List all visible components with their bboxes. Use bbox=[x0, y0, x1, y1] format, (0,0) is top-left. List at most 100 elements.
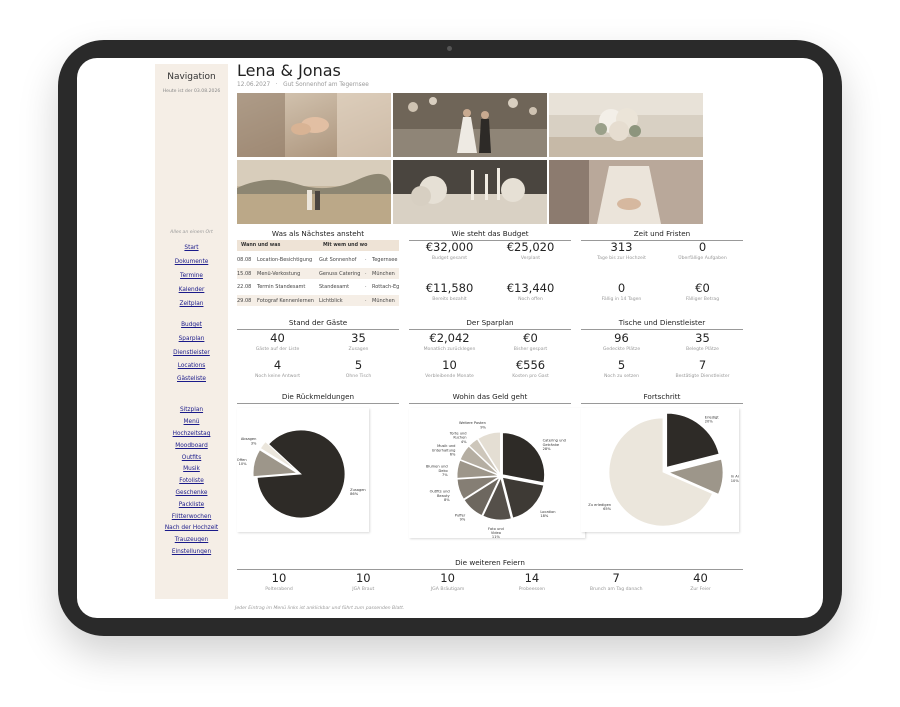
guests-value: 5 bbox=[354, 358, 363, 372]
page-title: Lena & Jonas bbox=[237, 61, 341, 80]
time-value: €0 bbox=[695, 281, 710, 295]
money-chart: Catering und Getränke 28% Location 18% Foto u… bbox=[409, 408, 585, 539]
sidebar-link-sitzplan[interactable]: Sitzplan bbox=[155, 407, 228, 413]
next-table-header: Wann und was Mit wem und wo bbox=[237, 240, 399, 251]
guests-label: Gäste auf der Liste bbox=[255, 347, 300, 352]
guests-title: Stand der Gäste bbox=[237, 318, 399, 330]
row-what: Menü-Verkostung bbox=[257, 270, 301, 277]
pie-label: In Arbeit10% bbox=[731, 475, 739, 483]
celebration-value: 10 bbox=[271, 571, 287, 585]
sidebar-link-locations[interactable]: Locations bbox=[155, 363, 228, 369]
celebrations-title: Die weiteren Feiern bbox=[237, 558, 743, 570]
pie-label: Puffer 9% bbox=[455, 514, 466, 522]
next-table-row: 08.08 Location-Besichtigung Gut Sonnenhof ·… bbox=[237, 254, 399, 265]
row-date: 08.08 bbox=[237, 257, 252, 263]
savings-value: €0 bbox=[523, 331, 538, 345]
pie-label: Musik und Unterhaltung 6% bbox=[432, 444, 456, 456]
savings-label: Verbleibende Monate bbox=[425, 374, 474, 379]
sidebar-link-menue[interactable]: Menü bbox=[155, 419, 228, 425]
celebration-value: 7 bbox=[612, 571, 620, 585]
row-where: München bbox=[372, 270, 395, 277]
guests-value: 35 bbox=[351, 331, 366, 345]
budget-label: Bereits bezahlt bbox=[432, 297, 467, 302]
row-who: Standesamt bbox=[319, 284, 350, 290]
celebration-value: 14 bbox=[524, 571, 540, 585]
savings-value: €556 bbox=[515, 358, 546, 372]
row-what: Location-Besichtigung bbox=[257, 257, 313, 263]
budget-label: Verplant bbox=[520, 256, 541, 261]
progress-pie-svg: Erledigt20% In Arbeit10% Zu erledigen65% bbox=[588, 412, 747, 527]
pie-label: Weitere Posten 9% bbox=[459, 421, 487, 429]
savings-label: Monatlich zurücklegen bbox=[423, 347, 476, 352]
time-label: Fällig in 14 Tagen bbox=[601, 297, 642, 302]
pie-label: Zusagen 86% bbox=[350, 488, 366, 496]
guests-value: 40 bbox=[270, 331, 285, 345]
sidebar-link-musik[interactable]: Musik bbox=[155, 466, 228, 472]
row-who: Genuss Catering bbox=[319, 270, 361, 277]
budget-label: Budget gesamt bbox=[431, 256, 468, 261]
guests-label: Noch keine Antwort bbox=[254, 374, 301, 379]
sidebar-link-outfits[interactable]: Outfits bbox=[155, 455, 228, 461]
sidebar-link-termine[interactable]: Termine bbox=[155, 273, 228, 279]
pie-label: Foto und Video 11% bbox=[488, 527, 504, 538]
sidebar-tagline: Alles an einem Ort bbox=[170, 230, 213, 235]
sidebar-link-start[interactable]: Start bbox=[155, 245, 228, 251]
sidebar-link-nach-der-hochzeit[interactable]: Nach der Hochzeit bbox=[155, 525, 228, 531]
wedding-date: 12.06.2027 bbox=[237, 82, 271, 88]
celebration-value: 10 bbox=[440, 571, 455, 585]
row-where: München bbox=[372, 297, 395, 304]
sidebar-link-moodboard[interactable]: Moodboard bbox=[155, 443, 228, 449]
row-sep: · bbox=[365, 284, 367, 290]
next-col-when: Wann und was bbox=[241, 243, 281, 248]
next-col-who: Mit wem und wo bbox=[323, 243, 368, 248]
sidebar-link-dokumente[interactable]: Dokumente bbox=[155, 259, 228, 265]
sidebar-link-kalender[interactable]: Kalender bbox=[155, 287, 228, 293]
progress-chart-title: Fortschritt bbox=[581, 392, 743, 404]
row-sep: · bbox=[365, 257, 367, 263]
pie-label: Catering und Getränke 28% bbox=[543, 439, 566, 451]
page-subtitle: 12.06.2027 · Gut Sonnenhof am Tegernsee bbox=[237, 82, 369, 88]
sidebar-link-gaesteliste[interactable]: Gästeliste bbox=[155, 376, 228, 382]
row-date: 22.08 bbox=[237, 284, 252, 290]
wedding-venue: Gut Sonnenhof am Tegernsee bbox=[283, 82, 369, 88]
tables-title: Tische und Dienstleister bbox=[581, 318, 743, 330]
celebration-label: JGA Braut bbox=[352, 587, 375, 592]
sidebar-date: Heute ist der 03.08.2026 bbox=[162, 89, 221, 94]
pie-label: Blumen und Deko 7% bbox=[426, 465, 448, 477]
pie-label: Location 18% bbox=[540, 510, 555, 518]
sidebar-link-zeitplan[interactable]: Zeitplan bbox=[155, 301, 228, 307]
pie-label: Erledigt 20% bbox=[705, 415, 720, 423]
sidebar-link-trauzeugen[interactable]: Trauzeugen bbox=[155, 537, 228, 543]
sidebar-link-dienstleister[interactable]: Dienstleister bbox=[155, 350, 228, 356]
budget-value: €25,020 bbox=[506, 240, 555, 254]
photo-bouquet bbox=[549, 93, 703, 157]
row-date: 29.08 bbox=[237, 297, 252, 304]
row-who: Lichtblick bbox=[319, 297, 343, 304]
pie-label: Torte und Kuchen 4% bbox=[449, 431, 467, 443]
tablet-frame: Navigation Heute ist der 03.08.2026 Alle… bbox=[58, 40, 842, 636]
time-value: 313 bbox=[610, 240, 633, 254]
sidebar-link-fotoliste[interactable]: Fotoliste bbox=[155, 478, 228, 484]
photo-holding-hands bbox=[237, 93, 391, 157]
next-table-row: 29.08 Fotograf Kennenlernen Lichtblick · Mün… bbox=[237, 294, 399, 306]
sidebar-link-packliste[interactable]: Packliste bbox=[155, 502, 228, 508]
sidebar-link-geschenke[interactable]: Geschenke bbox=[155, 490, 228, 496]
tables-label: Gedeckte Plätze bbox=[602, 347, 641, 352]
celebration-label: JGA Bräutigam bbox=[430, 587, 465, 592]
camera-dot bbox=[447, 46, 452, 51]
sidebar-link-flitterwochen[interactable]: Flitterwochen bbox=[155, 514, 228, 520]
budget-label: Noch offen bbox=[518, 297, 543, 302]
savings-label: Bisher gespart bbox=[513, 347, 548, 352]
sidebar-link-hochzeitstag[interactable]: Hochzeitstag bbox=[155, 431, 228, 437]
sidebar-link-einstellungen[interactable]: Einstellungen bbox=[155, 549, 228, 555]
next-table-row: 22.08 Termin Standesamt Standesamt · Rottach… bbox=[237, 281, 399, 292]
photo-bride-dress bbox=[549, 160, 703, 224]
savings-label: Kosten pro Gast bbox=[512, 374, 549, 379]
money-chart-title: Wohin das Geld geht bbox=[409, 392, 571, 404]
sidebar-link-sparplan[interactable]: Sparplan bbox=[155, 336, 228, 342]
tables-label: Noch zu setzen bbox=[603, 374, 640, 379]
row-sep: · bbox=[365, 270, 367, 277]
savings-title: Der Sparplan bbox=[409, 318, 571, 330]
row-sep: · bbox=[365, 297, 367, 304]
sidebar-link-budget[interactable]: Budget bbox=[155, 322, 228, 328]
